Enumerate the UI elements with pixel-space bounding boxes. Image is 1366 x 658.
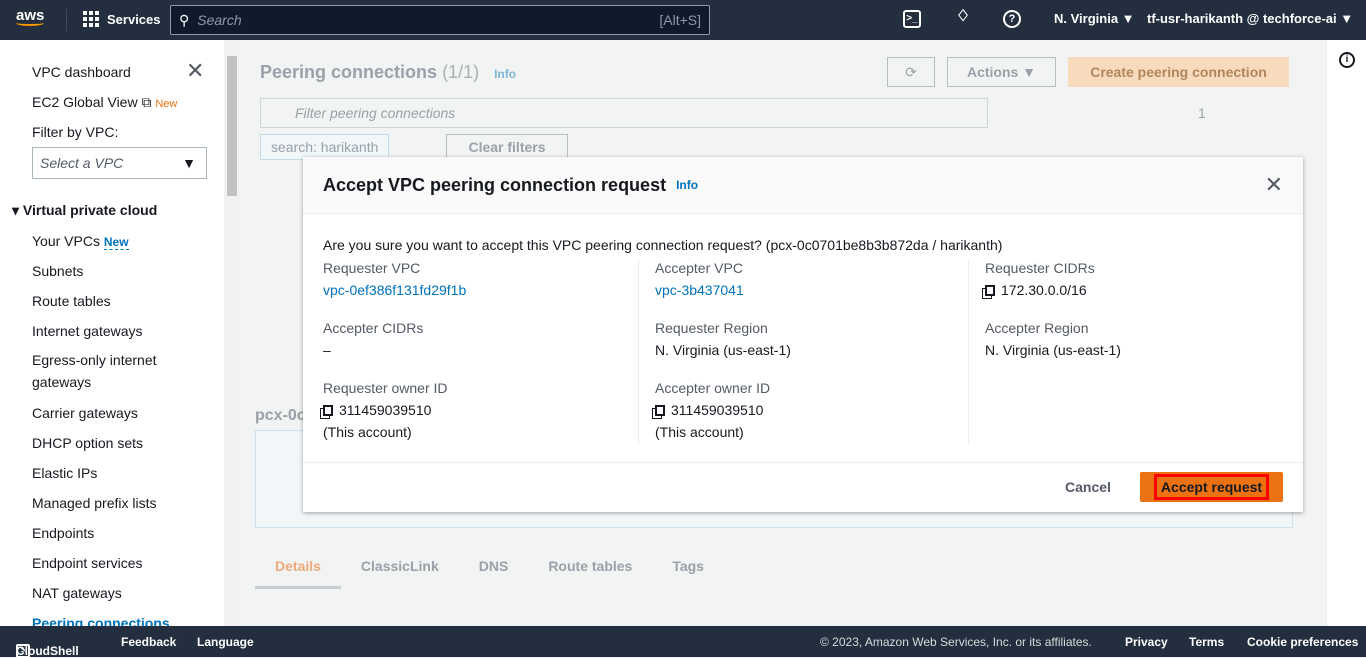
cloudshell-icon[interactable]: >_ xyxy=(903,10,921,28)
divider xyxy=(66,9,67,31)
footer: > CloudShell Feedback Language © 2023, Am… xyxy=(0,626,1366,658)
cookie-preferences-link[interactable]: Cookie preferences xyxy=(1247,635,1358,649)
sidebar-item-global-view[interactable]: EC2 Global View ⧉ New xyxy=(32,94,177,111)
divider xyxy=(303,462,1303,463)
actions-button[interactable]: Actions ▼ xyxy=(947,57,1056,87)
value: 172.30.0.0/16 xyxy=(1001,282,1087,298)
label: Requester VPC xyxy=(323,260,421,276)
bell-icon[interactable]: ♢ xyxy=(954,9,972,28)
label: Requester CIDRs xyxy=(985,260,1095,276)
help-panel-toggle[interactable]: i xyxy=(1326,40,1366,626)
sidebar-item-dhcp[interactable]: DHCP option sets xyxy=(32,435,143,451)
sidebar: VPC dashboard ✕ EC2 Global View ⧉ New Fi… xyxy=(0,40,224,626)
requester-vpc-link[interactable]: vpc-0ef386f131fd29f1b xyxy=(323,282,638,320)
confirm-question: Are you sure you want to accept this VPC… xyxy=(323,237,1003,253)
page-number[interactable]: 1 xyxy=(1198,105,1206,121)
section-vpc[interactable]: ▾ Virtual private cloud xyxy=(12,202,157,219)
refresh-button[interactable]: ⟳ xyxy=(887,57,935,87)
privacy-link[interactable]: Privacy xyxy=(1125,635,1168,649)
sidebar-item-subnets[interactable]: Subnets xyxy=(32,263,83,279)
info-link[interactable]: Info xyxy=(676,178,698,192)
page-title: Peering connections (1/1) Info xyxy=(260,62,517,82)
value: 311459039510 xyxy=(339,402,432,418)
caret-down-icon: ▼ xyxy=(182,155,196,171)
label: Requester Region xyxy=(655,320,768,336)
value: N. Virginia (us-east-1) xyxy=(985,342,1121,358)
tab-tags[interactable]: Tags xyxy=(652,546,724,589)
sidebar-item-dashboard[interactable]: VPC dashboard xyxy=(32,64,131,80)
close-icon[interactable]: ✕ xyxy=(1265,172,1283,198)
filter-label: Filter by VPC: xyxy=(32,124,119,140)
label: Accepter VPC xyxy=(655,260,743,276)
top-nav: aws Services ⚲ Search [Alt+S] >_ ♢ ? N. Vi… xyxy=(0,0,1366,40)
sidebar-item-internet-gateways[interactable]: Internet gateways xyxy=(32,323,143,339)
aws-logo[interactable]: aws xyxy=(16,7,44,26)
value: (This account) xyxy=(655,424,744,440)
divider xyxy=(968,260,969,445)
divider xyxy=(638,260,639,445)
filter-input[interactable]: Filter peering connections xyxy=(260,98,988,128)
copy-icon[interactable] xyxy=(655,405,665,416)
value: N. Virginia (us-east-1) xyxy=(655,342,791,358)
value: (This account) xyxy=(323,424,412,440)
label: Accepter CIDRs xyxy=(323,320,424,336)
create-peering-button[interactable]: Create peering connection xyxy=(1068,57,1289,87)
region-selector[interactable]: N. Virginia ▼ xyxy=(1054,11,1135,26)
vpc-filter-select[interactable]: Select a VPC ▼ xyxy=(32,147,207,179)
copyright: © 2023, Amazon Web Services, Inc. or its… xyxy=(820,635,1092,649)
sidebar-item-elastic-ips[interactable]: Elastic IPs xyxy=(32,465,97,481)
detail-title: pcx-0c xyxy=(255,407,306,424)
sidebar-item-peering[interactable]: Peering connections xyxy=(32,615,170,626)
tab-classiclink[interactable]: ClassicLink xyxy=(341,546,459,589)
sidebar-item-prefix-lists[interactable]: Managed prefix lists xyxy=(32,495,157,511)
terms-link[interactable]: Terms xyxy=(1189,635,1224,649)
sidebar-item-nat-gateways[interactable]: NAT gateways xyxy=(32,585,122,601)
tab-route-tables[interactable]: Route tables xyxy=(528,546,652,589)
close-icon[interactable]: ✕ xyxy=(186,58,204,84)
sidebar-item-route-tables[interactable]: Route tables xyxy=(32,293,111,309)
accepter-vpc-link[interactable]: vpc-3b437041 xyxy=(655,282,970,320)
cancel-button[interactable]: Cancel xyxy=(1065,479,1111,495)
language-link[interactable]: Language xyxy=(197,635,254,649)
sidebar-item-endpoints[interactable]: Endpoints xyxy=(32,525,94,541)
grid-icon xyxy=(83,11,99,27)
copy-icon[interactable] xyxy=(985,285,995,296)
sidebar-item-your-vpcs[interactable]: Your VPCs New xyxy=(32,233,129,250)
sidebar-item-carrier-gateways[interactable]: Carrier gateways xyxy=(32,405,138,421)
tab-details[interactable]: Details xyxy=(255,546,341,589)
copy-icon[interactable] xyxy=(323,405,333,416)
feedback-link[interactable]: Feedback xyxy=(121,635,176,649)
detail-tabs: Details ClassicLink DNS Route tables Tag… xyxy=(255,546,724,589)
sidebar-item-egress-gateways[interactable]: Egress-only internet gateways xyxy=(32,349,182,393)
tab-dns[interactable]: DNS xyxy=(459,546,529,589)
search-input[interactable]: ⚲ Search [Alt+S] xyxy=(170,5,710,35)
label: Accepter owner ID xyxy=(655,380,771,396)
accept-request-button[interactable]: Accept request xyxy=(1140,472,1283,502)
value: – xyxy=(323,342,331,358)
label: Requester owner ID xyxy=(323,380,448,396)
sidebar-scrollbar[interactable] xyxy=(224,40,240,626)
accept-peering-modal: Accept VPC peering connection request Inf… xyxy=(303,157,1303,512)
info-icon[interactable]: i xyxy=(1339,52,1355,68)
modal-title: Accept VPC peering connection request xyxy=(323,174,667,195)
services-menu[interactable]: Services xyxy=(83,11,161,27)
label: Accepter Region xyxy=(985,320,1089,336)
account-menu[interactable]: tf-usr-harikanth @ techforce-ai ▼ xyxy=(1147,11,1353,26)
value: 311459039510 xyxy=(671,402,764,418)
help-icon[interactable]: ? xyxy=(1003,10,1021,28)
sidebar-item-endpoint-services[interactable]: Endpoint services xyxy=(32,555,143,571)
search-icon: ⚲ xyxy=(179,11,190,28)
external-link-icon: ⧉ xyxy=(141,94,152,110)
